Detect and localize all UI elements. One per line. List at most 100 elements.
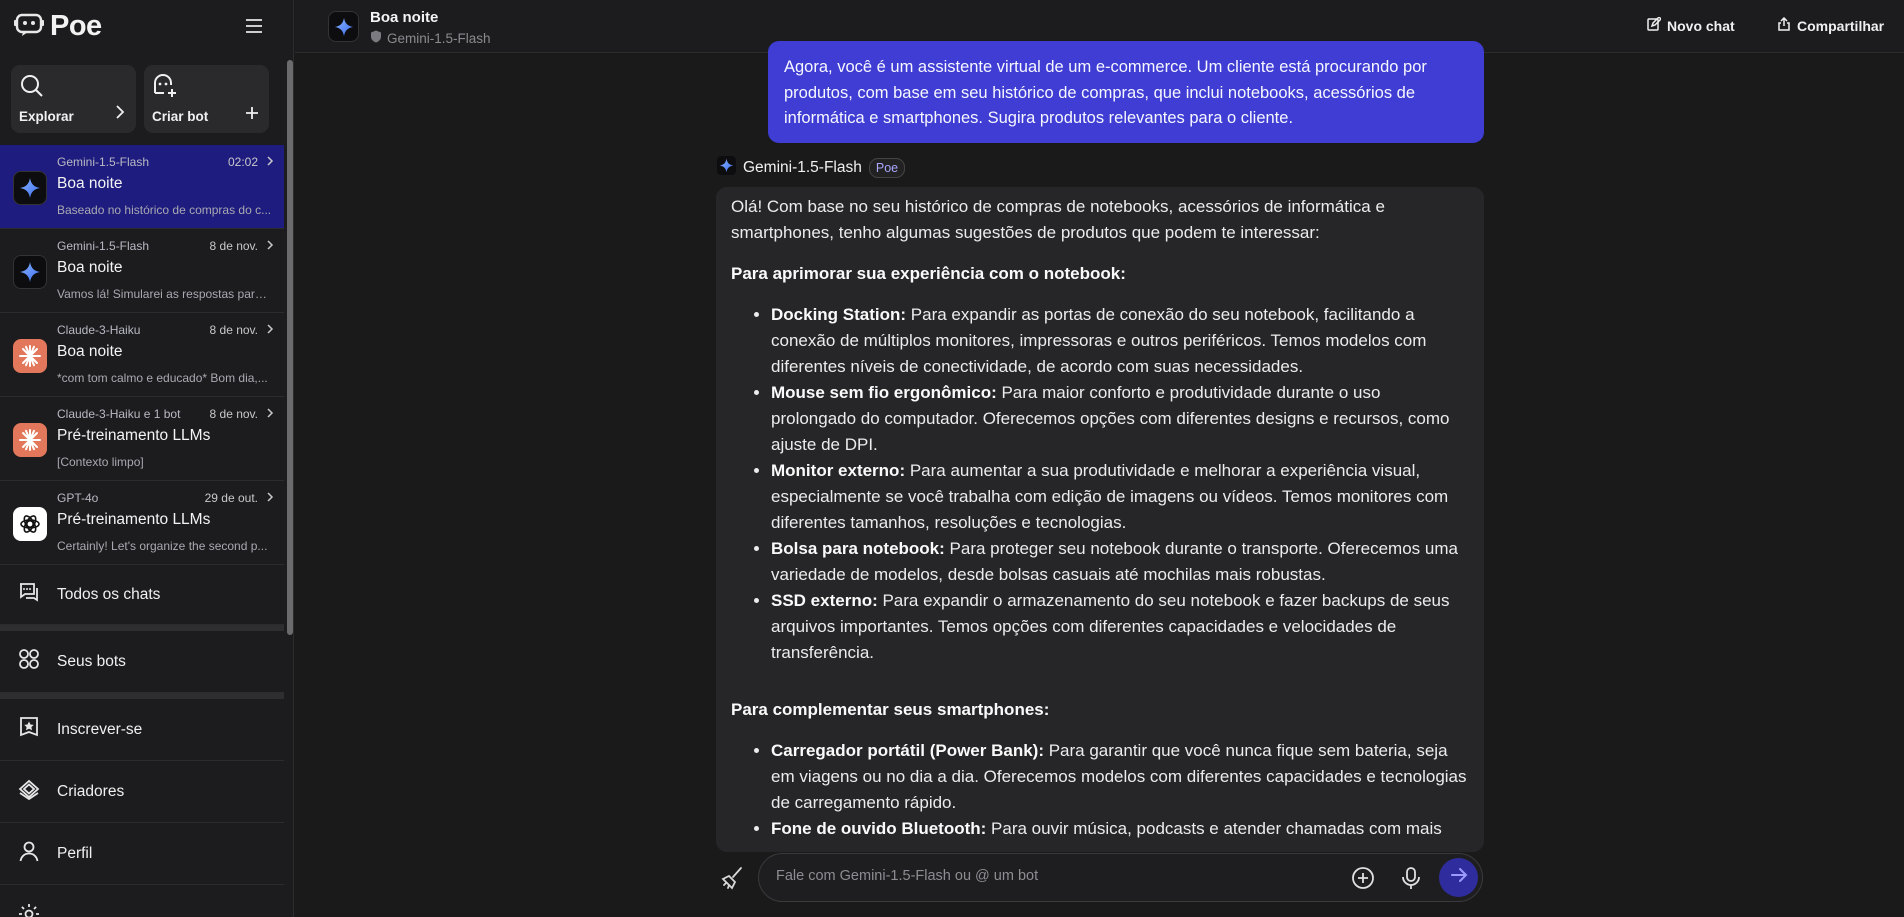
chat-bot-name: Gemini-1.5-Flash (57, 155, 150, 169)
poe-logo-icon (14, 11, 44, 42)
nav-label: Perfil (57, 844, 93, 862)
item-name: Docking Station: (771, 305, 907, 324)
chevron-right-icon (114, 104, 126, 125)
item-name: Bolsa para notebook: (771, 539, 945, 558)
chat-bot-info[interactable]: Gemini-1.5-Flash (370, 30, 491, 46)
gemini-icon (13, 255, 47, 289)
item-text: Para ouvir música, podcasts e atender ch… (986, 819, 1442, 838)
item-name: Monitor externo: (771, 461, 906, 480)
chat-list: Gemini-1.5-Flash 02:02 Boa noite Baseado… (0, 145, 284, 565)
chevron-right-icon (266, 490, 274, 508)
quick-actions: Explorar Criar bot (0, 52, 293, 133)
arrow-right-icon (1450, 866, 1468, 889)
gemini-icon (717, 156, 736, 180)
poe-logo[interactable]: Poe (14, 10, 102, 43)
chevron-right-icon (266, 238, 274, 256)
chevron-right-icon (266, 406, 274, 424)
claude-icon (13, 339, 47, 373)
sidebar: Poe Explorar Criar bot Gemini-1.5-Flash … (0, 0, 294, 917)
item-name: Mouse sem fio ergonômico: (771, 383, 997, 402)
chat-time: 8 de nov. (209, 239, 258, 253)
section-heading: Para complementar seus smartphones: (731, 700, 1050, 719)
section-heading: Para aprimorar sua experiência com o not… (731, 264, 1126, 283)
list-item: Fone de ouvido Bluetooth: Para ouvir mús… (771, 816, 1469, 842)
nav-settings[interactable] (0, 885, 284, 917)
list-item: Mouse sem fio ergonômico: Para maior con… (771, 380, 1469, 458)
menu-icon[interactable] (241, 15, 267, 37)
chat-bot-name: Gemini-1.5-Flash (57, 239, 150, 253)
chat-item[interactable]: GPT-4o 29 de out. Pré-treinamento LLMs C… (0, 481, 284, 565)
create-bot-button[interactable]: Criar bot (144, 65, 269, 133)
chevron-right-icon (266, 322, 274, 340)
gemini-icon (13, 171, 47, 205)
item-name: SSD externo: (771, 591, 878, 610)
sidebar-scrollbar[interactable] (287, 60, 293, 635)
chat-preview: *com tom calmo e educado* Bom dia,... (57, 371, 268, 385)
chat-title: Pré-treinamento LLMs (57, 511, 211, 528)
nav-profile[interactable]: Perfil (0, 823, 284, 885)
chat-item[interactable]: Gemini-1.5-Flash 8 de nov. Boa noite Vam… (0, 229, 284, 313)
send-button[interactable] (1439, 858, 1478, 897)
chat-title: Boa noite (57, 343, 123, 360)
chat-title: Boa noite (57, 259, 123, 276)
chat-time: 8 de nov. (209, 323, 258, 337)
bot-message: Olá! Com base no seu histórico de compra… (716, 187, 1484, 852)
list-item: Docking Station: Para expandir as portas… (771, 302, 1469, 380)
star-badge-icon (17, 715, 41, 744)
chat-title[interactable]: Boa noite (370, 9, 438, 26)
chat-item[interactable]: Gemini-1.5-Flash 02:02 Boa noite Baseado… (0, 145, 284, 229)
creators-icon (17, 777, 41, 806)
message-input[interactable]: Fale com Gemini-1.5-Flash ou @ um bot (758, 853, 1483, 902)
nav-label: Inscrever-se (57, 720, 143, 738)
nav-label: Seus bots (57, 652, 126, 670)
edit-icon (1647, 15, 1663, 34)
chat-bot-name: Claude-3-Haiku (57, 323, 141, 337)
nav-your-bots[interactable]: Seus bots (0, 631, 284, 693)
chats-icon (17, 580, 41, 609)
bot-add-icon (152, 73, 178, 104)
microphone-icon[interactable] (1400, 866, 1422, 895)
chat-item[interactable]: Claude-3-Haiku 8 de nov. Boa noite *com … (0, 313, 284, 397)
gemini-icon[interactable] (328, 11, 359, 42)
sidebar-header: Poe (0, 0, 293, 52)
conversation: Agora, você é um assistente virtual de u… (295, 41, 1904, 917)
bot-intro: Olá! Com base no seu histórico de compra… (731, 197, 1385, 242)
share-button[interactable]: Compartilhar (1777, 16, 1885, 34)
chat-title: Boa noite (57, 175, 123, 192)
chat-preview: Vamos lá! Simularei as respostas para ..… (57, 287, 273, 301)
add-circle-icon[interactable] (1351, 866, 1375, 895)
suggestion-list: Docking Station: Para expandir as portas… (731, 302, 1469, 666)
plus-icon (245, 106, 259, 125)
chat-time: 8 de nov. (209, 407, 258, 421)
claude-icon (13, 423, 47, 457)
clear-context-icon[interactable] (720, 865, 746, 896)
new-chat-label: Novo chat (1667, 17, 1735, 34)
nav-label: Criadores (57, 782, 125, 800)
chat-item[interactable]: Claude-3-Haiku e 1 bot 8 de nov. Pré-tre… (0, 397, 284, 481)
chat-preview: [Contexto limpo] (57, 455, 144, 469)
explore-label: Explorar (19, 109, 74, 124)
logo-text: Poe (50, 9, 102, 42)
nav-creators[interactable]: Criadores (0, 761, 284, 823)
poe-badge: Poe (868, 158, 906, 178)
create-bot-label: Criar bot (152, 109, 209, 124)
bot-name[interactable]: Gemini-1.5-Flash (743, 159, 862, 177)
chat-bot-name: Claude-3-Haiku e 1 bot (57, 407, 181, 421)
user-icon (17, 839, 41, 868)
new-chat-button[interactable]: Novo chat (1647, 15, 1735, 34)
explore-button[interactable]: Explorar (11, 65, 136, 133)
share-label: Compartilhar (1797, 17, 1885, 34)
search-icon (19, 73, 45, 104)
chat-time: 29 de out. (204, 491, 258, 505)
chat-bot-name: GPT-4o (57, 491, 99, 505)
chevron-right-icon (266, 154, 274, 172)
list-item: Bolsa para notebook: Para proteger seu n… (771, 536, 1469, 588)
composer: Fale com Gemini-1.5-Flash ou @ um bot (720, 853, 1900, 917)
nav-all-chats[interactable]: Todos os chats (0, 565, 284, 625)
bot-message-header: Gemini-1.5-Flash Poe (717, 156, 906, 180)
list-item: SSD externo: Para expandir o armazenamen… (771, 588, 1469, 666)
nav-subscribe[interactable]: Inscrever-se (0, 699, 284, 761)
suggestion-list: Carregador portátil (Power Bank): Para g… (731, 738, 1469, 842)
chat-preview: Certainly! Let's organize the second p..… (57, 539, 268, 553)
